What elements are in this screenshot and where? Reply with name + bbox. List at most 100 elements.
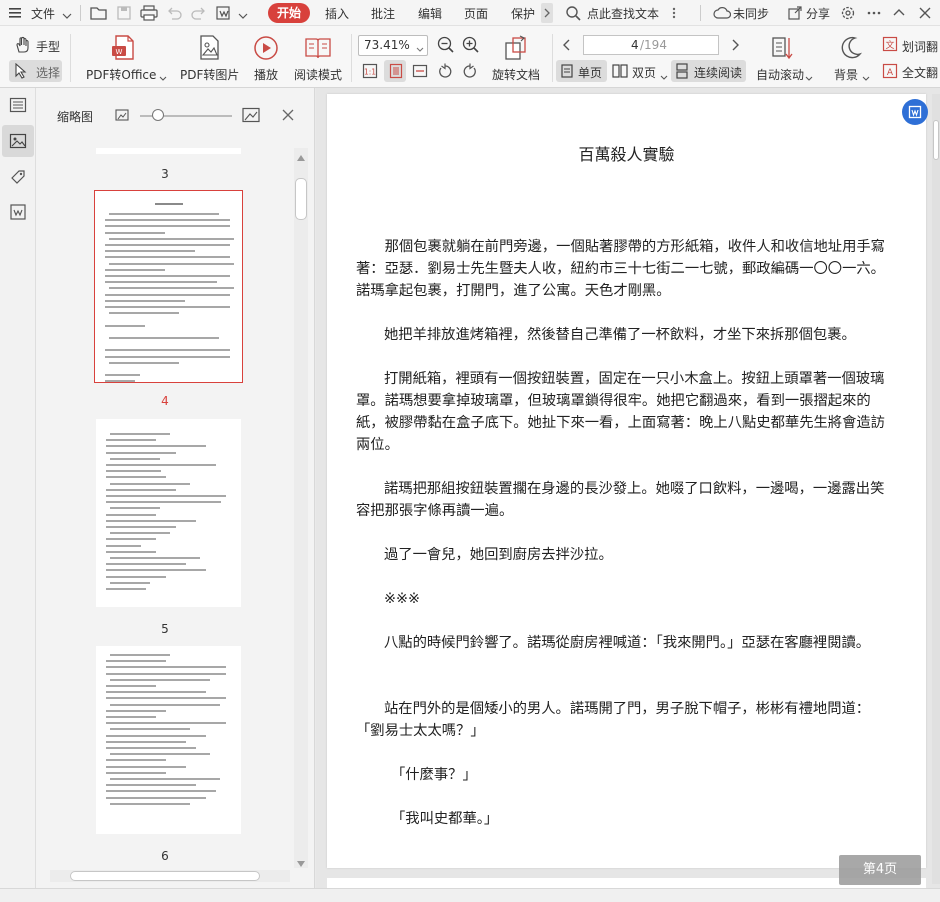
page-thumbnail[interactable] [96,419,241,607]
chevron-down-icon[interactable] [805,71,813,81]
paragraph: 「什麼事？」 [391,767,477,783]
chevron-down-icon[interactable] [862,71,870,81]
pdf-to-image-icon[interactable] [196,34,224,62]
rotate-left-icon[interactable] [437,63,453,79]
thumbnail-text-line [105,324,145,327]
cloud-sync-icon[interactable] [713,6,732,20]
play-icon[interactable] [253,35,279,61]
thumbnail-text-line [106,451,176,454]
pdf-to-office-button[interactable]: PDF转Office [86,66,156,83]
page-thumbnail[interactable] [96,148,241,154]
double-page-button[interactable]: 双页 [632,64,656,81]
thumbnail-text-line [105,244,230,246]
thumbnail-text-line [106,796,206,799]
chevron-down-icon[interactable] [238,9,248,19]
document-page[interactable]: 百萬殺人實驗 那個包裹就躺在前門旁邊，一個貼著膠帶的方形紙箱，收件人和收信地址用… [327,94,926,868]
thumbnail-text-line [106,476,166,479]
scroll-down-arrow-icon[interactable] [297,856,305,867]
thumbnail-scrollbar[interactable] [294,148,308,868]
actual-size-icon[interactable]: 1:1 [362,63,378,79]
zoom-in-icon[interactable] [462,36,480,54]
scroll-up-arrow-icon[interactable] [297,150,305,161]
translate-word-icon[interactable]: 文 [882,36,898,52]
thumbnail-text-line [106,544,141,547]
more-options-icon[interactable] [866,6,882,20]
tab-edit[interactable]: 编辑 [418,5,442,22]
thumbnail-text-line [106,716,156,718]
next-page-icon[interactable] [729,38,741,52]
print-icon[interactable] [140,5,158,21]
hand-tool-icon[interactable] [14,36,32,54]
translate-word-button[interactable]: 划词翻 [902,38,938,55]
thumbnail-scrollbar-thumb[interactable] [295,178,307,220]
export-icon[interactable] [215,5,233,21]
share-icon[interactable] [787,5,803,21]
tab-protect[interactable]: 保护 [511,5,535,22]
chevron-down-icon[interactable] [159,71,167,81]
search-icon[interactable] [565,5,581,21]
save-icon[interactable] [116,5,132,21]
thumbnail-text-line [105,349,230,352]
document-scrollbar[interactable] [932,94,940,884]
small-image-icon[interactable] [115,108,129,122]
search-box[interactable]: 点此查找文本 [587,5,659,22]
tab-scroll-right-icon[interactable] [541,3,553,23]
pdf-to-image-button[interactable]: PDF转图片 [180,66,239,83]
auto-scroll-button[interactable]: 自动滚动 [756,66,804,83]
settings-gear-icon[interactable] [840,5,856,21]
thumbnail-panel: 缩略图 3 4 5 6 [36,88,315,888]
chevron-down-icon[interactable] [62,9,72,19]
share-button[interactable]: 分享 [806,5,830,22]
large-image-icon[interactable] [242,107,260,123]
bookmark-tag-icon[interactable] [9,168,27,186]
close-icon[interactable] [918,6,932,20]
rotate-document-button[interactable]: 旋转文档 [492,66,540,83]
auto-scroll-icon[interactable] [769,34,795,62]
outline-icon[interactable] [9,97,27,113]
play-button[interactable]: 播放 [254,66,278,83]
translate-full-button[interactable]: 全文翻 [902,64,938,81]
double-page-icon[interactable] [612,63,628,79]
thumbnail-size-slider-thumb[interactable] [152,109,165,121]
background-button[interactable]: 背景 [834,66,858,83]
tab-page[interactable]: 页面 [464,5,488,22]
tab-start[interactable]: 开始 [268,3,310,23]
export-image-icon[interactable] [9,203,27,221]
rotate-right-icon[interactable] [462,63,478,79]
thumbnail-text-line [106,747,196,749]
thumbnail-image-icon [9,132,27,150]
sync-status[interactable]: 未同步 [733,5,769,22]
rotate-document-icon[interactable] [502,34,530,62]
tab-insert[interactable]: 插入 [325,5,349,22]
more-icon[interactable] [668,6,680,20]
chevron-down-icon[interactable] [660,70,668,80]
thumbnail-text-line [106,660,166,663]
chevron-down-icon[interactable] [416,42,424,52]
collapse-ribbon-icon[interactable] [892,7,906,19]
page-thumbnail[interactable] [96,646,241,834]
tab-annotate[interactable]: 批注 [371,5,395,22]
zoom-value[interactable]: 73.41% [364,38,410,52]
redo-icon[interactable] [191,6,207,20]
read-mode-icon[interactable] [304,35,332,61]
close-panel-icon[interactable] [281,108,295,122]
single-page-label: 单页 [578,66,603,80]
pdf-to-office-icon[interactable]: W [110,34,138,62]
thumbnail-hscrollbar-thumb[interactable] [70,871,260,881]
hand-tool-label[interactable]: 手型 [36,38,60,55]
translate-full-icon[interactable]: A [882,63,898,79]
page-current[interactable]: 4 [631,38,639,52]
document-scrollbar-thumb[interactable] [933,120,939,160]
read-mode-button[interactable]: 阅读模式 [294,66,342,83]
background-moon-icon[interactable] [838,34,864,62]
prev-page-icon[interactable] [561,38,573,52]
file-menu[interactable]: 文件 [31,5,55,22]
zoom-out-icon[interactable] [437,36,455,54]
select-tool-label: 选择 [36,66,61,80]
thumbnail-text-line [105,225,230,228]
open-folder-icon[interactable] [90,5,108,21]
undo-icon[interactable] [166,6,182,20]
menu-icon[interactable] [8,6,22,20]
page-thumbnail-current[interactable] [94,190,243,383]
fit-width-icon[interactable] [412,63,428,79]
